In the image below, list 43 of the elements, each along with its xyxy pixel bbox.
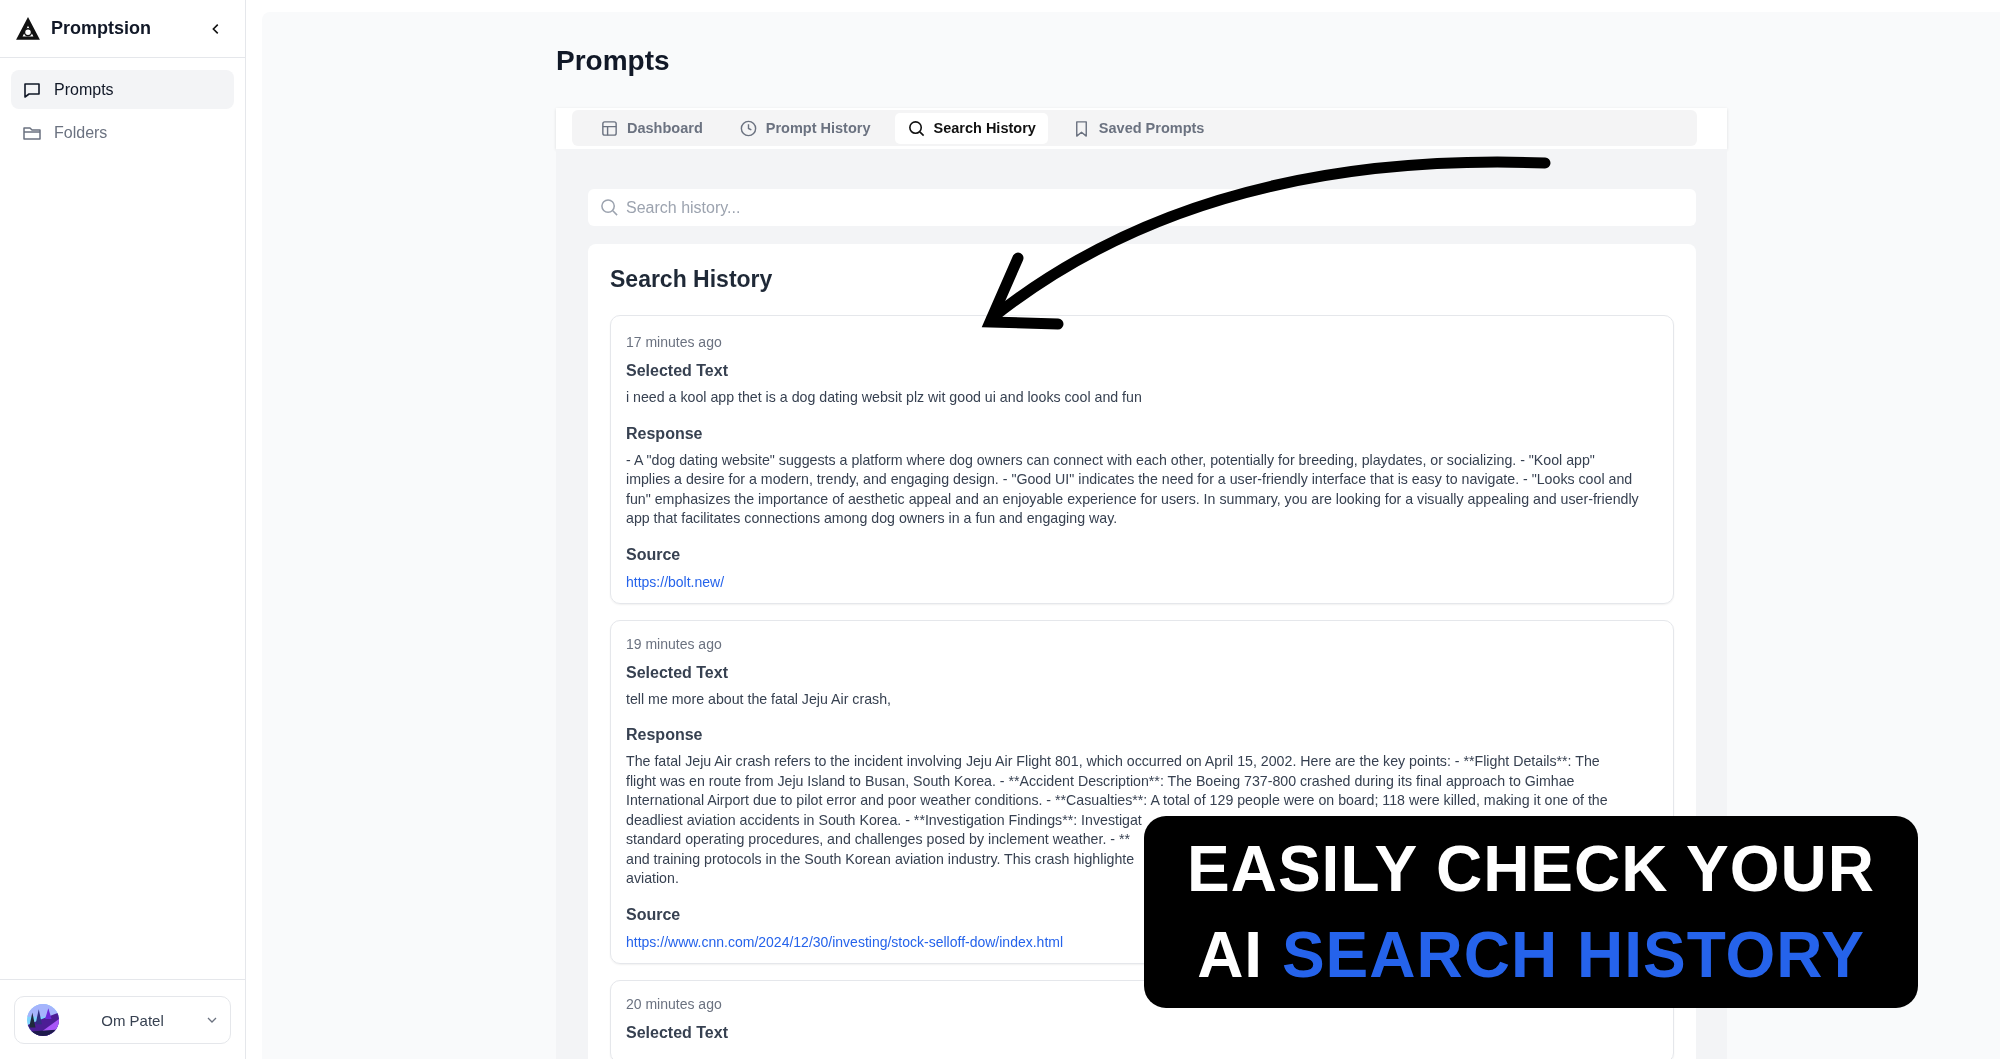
search-field[interactable]: Search history...	[588, 189, 1696, 226]
field-label: Response	[626, 726, 704, 744]
field-label: Selected Text	[626, 362, 729, 380]
clock-icon	[738, 118, 758, 138]
response-line: aviation.	[626, 869, 680, 888]
response-line: The fatal Jeju Air crash refers to the incident involving Jeju Air Flight 801, which occurred on April 15, 2002. Here are the key points: - **Flight Details**: The	[626, 752, 1601, 771]
tab[interactable]: Saved Prompts	[1059, 112, 1217, 144]
search-icon	[600, 198, 619, 217]
response-line: fun" emphasizes the importance of aesthetic appeal and an enjoyable experience for users. In summary, you are looking for a visually appealing and user-friendly	[626, 489, 1640, 509]
source-link[interactable]: https://www.cnn.com/2024/12/30/investing/stock-selloff-dow/index.html	[626, 933, 1064, 950]
layout-icon	[600, 118, 619, 138]
tab[interactable]: Prompt History	[726, 112, 883, 144]
banner-headline: EASILY CHECK YOUR	[1187, 832, 1875, 907]
user-menu[interactable]: Om Patel	[14, 996, 231, 1044]
timestamp: 19 minutes ago	[626, 635, 723, 652]
response-line: deadliest aviation accidents in South Korea. - **Investigation Findings**: Investigat	[626, 810, 1143, 830]
section-title: Search History	[610, 266, 774, 293]
timestamp: 20 minutes ago	[626, 995, 723, 1012]
response-line: app that facilitates connections among dog owners in a fun and engaging way.	[626, 509, 1119, 528]
sidebar-item[interactable]: Folders	[11, 113, 234, 152]
field-label: Source	[626, 545, 682, 564]
timestamp: 17 minutes ago	[626, 334, 723, 350]
response-line: International Airport due to pilot error and poor weather conditions. - **Casualties**: A total of 129 people were on board; 118 were killed, making it one of the	[626, 791, 1609, 810]
response-line: standard operating procedures, and challenges posed by inclement weather. - **	[626, 830, 1131, 849]
tab[interactable]: Search History	[894, 112, 1048, 144]
field-label: Selected Text	[626, 663, 729, 682]
tab[interactable]: Dashboard	[588, 112, 715, 144]
response-line: and training protocols in the South Korean aviation industry. This crash highlighte	[626, 849, 1136, 869]
sidebar-item[interactable]: Prompts	[11, 70, 234, 109]
source-link[interactable]: https://bolt.new/	[626, 573, 725, 590]
search-icon	[906, 118, 926, 138]
response-line: implies a desire for a modern, trendy, and engaging design. - "Good UI" indicates the need for a user-friendly interface that is easy to navigate. - "Looks cool and	[626, 470, 1634, 489]
banner-headline: AI SEARCH HISTORY	[1197, 918, 1865, 993]
field-label: Source	[626, 905, 682, 924]
response-line: - A "dog dating website" suggests a platform where dog owners can connect with each other, potentially for breeding, playdates, or socializing. - "Kool app"	[626, 450, 1596, 470]
selected-text: tell me more about the fatal Jeju Air crash,	[626, 689, 892, 709]
logo-icon	[15, 15, 41, 42]
field-label: Response	[626, 424, 704, 443]
response-line: flight was en route from Jeju Island to Busan, South Korea. - **Accident Description**: The Boeing 737-800 crashed during its final approach to Gimhae	[626, 771, 1576, 791]
selected-text: i need a kool app thet is a dog dating websit plz wit good ui and looks cool and fun	[626, 388, 1143, 407]
field-label: Selected Text	[626, 1023, 729, 1042]
page-title: Prompts	[556, 44, 671, 78]
app-name: Promptsion	[51, 18, 151, 39]
